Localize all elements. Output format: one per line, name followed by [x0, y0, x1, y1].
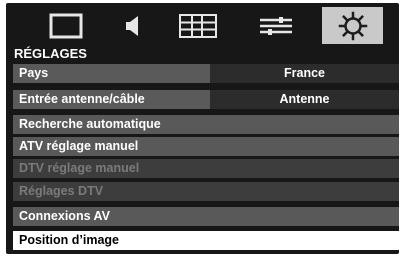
row-label: Réglages DTV	[19, 184, 104, 198]
antenna-input-value: Antenne	[210, 90, 399, 109]
menu-row-auto-search[interactable]: Recherche automatique	[13, 115, 399, 134]
menu-row-atv-manual[interactable]: ATV réglage manuel	[13, 137, 399, 156]
menu-row-picture-position[interactable]: Position d’image	[13, 231, 399, 250]
sliders-icon	[260, 16, 292, 35]
menu-row-dtv-manual: DTV réglage manuel	[13, 159, 399, 178]
tab-setup[interactable]	[322, 7, 383, 44]
menu-title: RÉGLAGES	[14, 46, 87, 61]
menu-row-antenna-input[interactable]: Entrée antenne/câble Antenne	[13, 90, 399, 109]
row-label: Connexions AV	[19, 209, 110, 223]
country-value: France	[210, 64, 399, 83]
menu-row-av-connections[interactable]: Connexions AV	[13, 207, 399, 226]
row-label: Pays	[19, 66, 49, 80]
tv-menu-panel: RÉGLAGES Pays France Entrée antenne/câbl…	[6, 3, 399, 254]
menu-tab-bar	[6, 3, 399, 47]
tab-sound[interactable]	[106, 7, 162, 44]
sound-icon	[126, 15, 138, 36]
picture-icon	[49, 13, 83, 38]
menu-row-country[interactable]: Pays France	[13, 64, 399, 83]
gear-icon	[338, 11, 367, 40]
list-icon	[179, 13, 217, 38]
row-label: ATV réglage manuel	[19, 139, 139, 153]
row-label: DTV réglage manuel	[19, 161, 140, 175]
tab-settings-adjust[interactable]	[248, 7, 304, 44]
tab-picture[interactable]	[38, 7, 94, 44]
row-label: Position d’image	[19, 233, 120, 247]
tab-channels[interactable]	[170, 7, 226, 44]
row-label: Entrée antenne/câble	[19, 92, 145, 106]
row-label: Recherche automatique	[19, 117, 161, 131]
menu-row-dtv-settings: Réglages DTV	[13, 182, 399, 201]
